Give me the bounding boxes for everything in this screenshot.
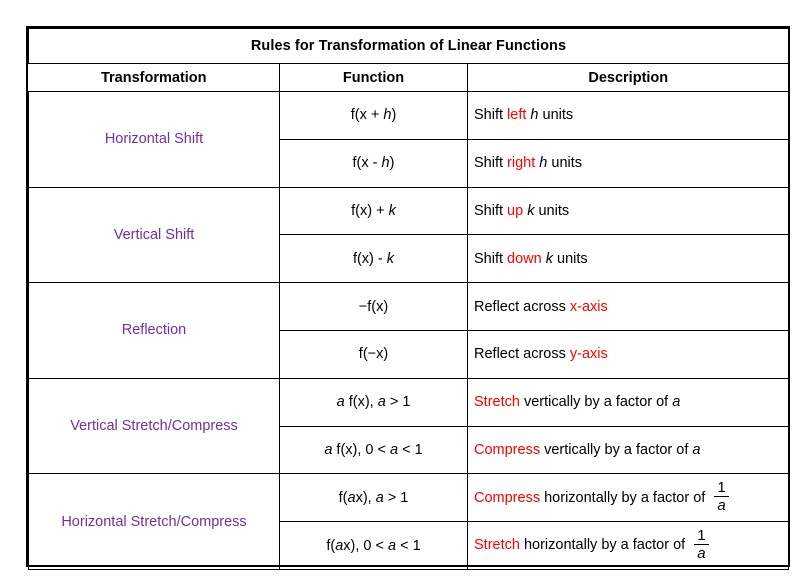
description-keyword: down <box>507 250 542 267</box>
transformation-cell: Vertical Stretch/Compress <box>28 377 280 475</box>
table-row: Horizontal Shift f(x + h) Shift left h uni… <box>28 91 790 188</box>
transformation-label: Reflection <box>121 322 187 339</box>
description-keyword: x-axis <box>569 298 608 315</box>
description-keyword: Compress <box>474 441 541 458</box>
table-row: Vertical Stretch/Compress a f(x), a > 1 St… <box>28 377 790 475</box>
description-cell: Stretch vertically by a factor of a <box>466 377 790 427</box>
function-cell: f(x) + k <box>279 186 468 236</box>
transformation-label: Vertical Stretch/Compress <box>70 418 238 435</box>
description-cell: Compress horizontally by a factor of 1a <box>466 473 790 523</box>
column-header-description: Description <box>466 63 789 92</box>
function-expression: f(x + h) <box>350 107 397 124</box>
table-row: Vertical Shift f(x) + k Shift up k units <box>28 186 790 284</box>
description-text: Stretch vertically by a factor of a <box>474 394 681 411</box>
table-row: Horizontal Stretch/Compress f(ax), a > 1 C… <box>28 473 790 570</box>
column-header-function: Function <box>279 63 468 92</box>
transformation-cell: Horizontal Shift <box>28 91 280 188</box>
description-text: Shift up k units <box>474 202 570 219</box>
function-expression: f(x - h) <box>352 155 395 172</box>
fraction-denominator: a <box>697 545 706 563</box>
fraction: 1a <box>714 478 729 515</box>
description-cell: Shift down k units <box>466 234 790 284</box>
function-expression: f(−x) <box>358 346 389 363</box>
transformation-cell: Horizontal Stretch/Compress <box>28 473 280 570</box>
fraction: 1a <box>694 526 709 563</box>
description-cell: Reflect across x-axis <box>466 282 790 331</box>
description-keyword: Stretch <box>474 394 520 411</box>
fraction-numerator: 1 <box>717 478 726 496</box>
description-keyword: y-axis <box>569 346 608 363</box>
description-text: Shift right h units <box>474 155 583 172</box>
description-cell: Shift up k units <box>466 186 790 236</box>
rules-table-container: Rules for Transformation of Linear Funct… <box>26 26 790 570</box>
description-keyword: right <box>507 155 536 172</box>
function-expression: f(ax), a > 1 <box>338 489 409 506</box>
transformation-cell: Reflection <box>28 282 280 379</box>
function-cell: f(ax), 0 < a < 1 <box>279 521 468 570</box>
table-row: Reflection −f(x) Reflect across x-axis <box>28 282 790 379</box>
description-text: Reflect across x-axis <box>474 298 608 315</box>
transformation-cell: Vertical Shift <box>28 186 280 284</box>
description-text: Compress vertically by a factor of a <box>474 441 701 458</box>
description-cell: Shift right h units <box>466 138 790 188</box>
description-text: Reflect across y-axis <box>474 346 608 363</box>
description-keyword: Compress <box>474 489 541 506</box>
transformation-rules-table: Rules for Transformation of Linear Funct… <box>27 28 790 570</box>
function-cell: f(−x) <box>279 329 468 379</box>
description-keyword: up <box>507 202 524 219</box>
fraction-denominator: a <box>717 497 726 515</box>
function-expression: a f(x), 0 < a < 1 <box>324 441 423 458</box>
description-cell: Shift left h units <box>466 91 790 140</box>
column-header-transformation: Transformation <box>28 63 280 92</box>
function-cell: f(x) - k <box>279 234 468 284</box>
function-cell: a f(x), a > 1 <box>279 377 468 427</box>
function-cell: f(ax), a > 1 <box>279 473 468 523</box>
transformation-label: Horizontal Shift <box>104 131 204 148</box>
transformation-label: Horizontal Stretch/Compress <box>61 513 247 530</box>
function-cell: f(x - h) <box>279 138 468 188</box>
fraction-numerator: 1 <box>697 526 706 544</box>
transformation-label: Vertical Shift <box>113 226 195 243</box>
column-header-row: Transformation Function Description <box>28 63 789 92</box>
description-cell: Stretch horizontally by a factor of 1a <box>466 521 790 570</box>
description-cell: Reflect across y-axis <box>466 329 790 379</box>
function-expression: −f(x) <box>358 298 389 315</box>
function-expression: a f(x), a > 1 <box>336 394 411 411</box>
description-keyword: left <box>507 107 527 124</box>
function-cell: a f(x), 0 < a < 1 <box>279 425 468 475</box>
function-expression: f(x) + k <box>351 202 396 219</box>
description-keyword: Stretch <box>474 537 520 554</box>
description-text: Compress horizontally by a factor of 1a <box>474 480 729 514</box>
description-text: Shift down k units <box>474 250 588 267</box>
description-text: Shift left h units <box>474 107 574 124</box>
function-expression: f(ax), 0 < a < 1 <box>326 537 421 554</box>
table-body: Rules for Transformation of Linear Funct… <box>27 28 790 570</box>
description-text: Stretch horizontally by a factor of 1a <box>474 527 709 561</box>
page-title: Rules for Transformation of Linear Funct… <box>27 28 790 64</box>
description-cell: Compress vertically by a factor of a <box>466 425 790 475</box>
function-cell: f(x + h) <box>279 91 468 140</box>
function-expression: f(x) - k <box>352 250 395 267</box>
title-row: Rules for Transformation of Linear Funct… <box>27 28 790 64</box>
function-cell: −f(x) <box>279 282 468 331</box>
